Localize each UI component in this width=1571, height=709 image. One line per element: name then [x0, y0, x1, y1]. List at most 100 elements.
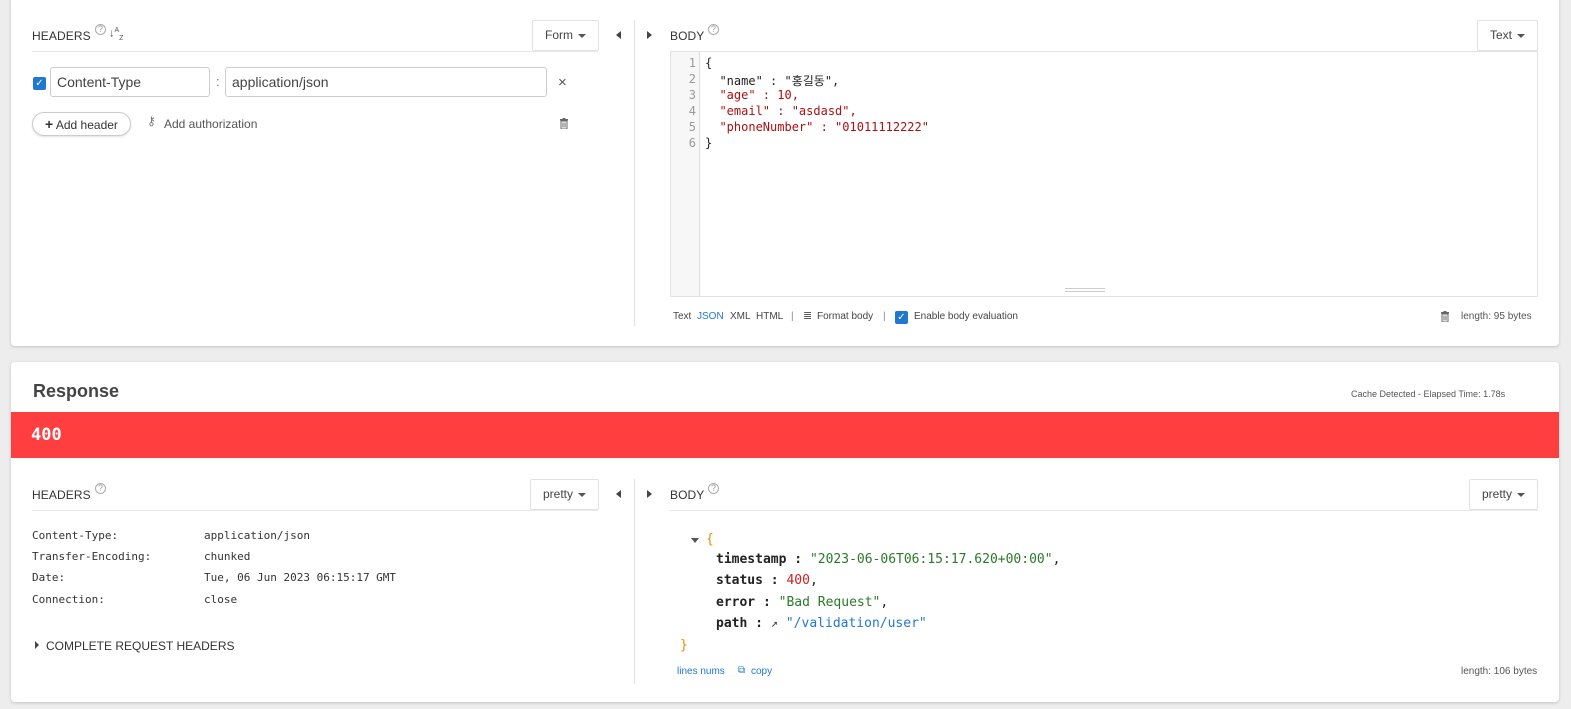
- code-line: }: [705, 136, 713, 150]
- response-title: Response: [33, 381, 120, 401]
- header-value: application/json: [204, 529, 310, 542]
- headers-underline: [32, 51, 598, 52]
- header-value-input[interactable]: application/json: [225, 67, 547, 97]
- header-name: Connection:: [32, 593, 105, 606]
- collapse-left-icon[interactable]: [616, 490, 621, 498]
- json-link-value[interactable]: "/validation/user": [786, 616, 927, 631]
- json-value: 400: [786, 573, 810, 588]
- response-body-title: BODY: [670, 488, 705, 502]
- status-code: 400: [31, 425, 62, 445]
- chevron-down-icon: [578, 492, 587, 497]
- response-panel: Response Cache Detected - Elapsed Time: …: [11, 362, 1559, 702]
- chevron-down-icon: [1517, 33, 1526, 38]
- response-headers-mode-dropdown[interactable]: pretty: [530, 479, 600, 510]
- json-key: path: [716, 616, 748, 631]
- trash-icon[interactable]: [1440, 311, 1450, 322]
- header-value: chunked: [204, 550, 251, 563]
- format-json-option[interactable]: JSON: [697, 311, 724, 322]
- headers-mode-dropdown[interactable]: Form: [532, 20, 599, 51]
- headers-help-icon[interactable]: ?: [95, 483, 106, 494]
- header-enabled-checkbox[interactable]: ✓: [33, 77, 46, 90]
- line-number: 6: [688, 136, 696, 150]
- format-text-option[interactable]: Text: [673, 311, 691, 322]
- format-body-button[interactable]: Format body: [817, 311, 873, 322]
- headers-underline: [32, 510, 598, 511]
- json-field-path: path : ↗ "/validation/user": [716, 616, 927, 631]
- line-number: 2: [688, 72, 696, 86]
- enable-eval-checkbox[interactable]: ✓: [895, 311, 908, 324]
- header-value: close: [204, 593, 238, 606]
- body-mode-dropdown[interactable]: Text: [1477, 20, 1539, 51]
- collapse-object-icon[interactable]: [691, 538, 699, 543]
- json-key: status: [716, 573, 763, 588]
- request-divider: [634, 20, 635, 326]
- line-number: 1: [688, 56, 696, 70]
- header-name-input[interactable]: Content-Type: [50, 67, 210, 97]
- header-name: Transfer-Encoding:: [32, 550, 152, 563]
- add-authorization-link[interactable]: Add authorization: [164, 117, 257, 131]
- body-editor[interactable]: 1 2 3 4 5 6 { "name" : "홍길동", "age" : 10…: [670, 51, 1538, 297]
- json-key: timestamp: [716, 552, 787, 567]
- code-line: {: [705, 56, 713, 70]
- response-meta: Cache Detected - Elapsed Time: 1.78s: [1351, 389, 1506, 399]
- header-name: Date:: [32, 571, 66, 584]
- header-separator: :: [216, 74, 220, 89]
- code-line: "email" : "asdasd",: [705, 104, 857, 118]
- json-value: "2023-06-06T06:15:17.620+00:00": [809, 552, 1053, 567]
- complete-request-headers-toggle[interactable]: COMPLETE REQUEST HEADERS: [46, 639, 234, 653]
- expand-caret-icon[interactable]: [35, 641, 39, 649]
- copy-icon: ⧉: [738, 665, 746, 676]
- json-field-error: error : "Bad Request",: [716, 595, 889, 610]
- request-headers-title: HEADERS: [32, 29, 91, 43]
- response-body-mode-dropdown[interactable]: pretty: [1469, 479, 1539, 510]
- add-header-label: Add header: [55, 118, 118, 132]
- header-name: Content-Type:: [32, 529, 119, 542]
- headers-help-icon[interactable]: ?: [95, 24, 106, 35]
- external-link-icon[interactable]: ↗: [771, 616, 778, 630]
- response-body-length: length: 106 bytes: [1461, 666, 1538, 677]
- header-value: Tue, 06 Jun 2023 06:15:17 GMT: [204, 571, 397, 584]
- collapse-right-icon[interactable]: [647, 490, 652, 498]
- line-number: 5: [688, 120, 696, 134]
- body-mode-label: Text: [1490, 28, 1513, 42]
- enable-eval-label: Enable body evaluation: [914, 311, 1018, 322]
- collapse-left-icon[interactable]: [616, 31, 621, 39]
- editor-gutter: 1 2 3 4 5 6: [671, 52, 700, 296]
- response-headers-mode-label: pretty: [543, 487, 574, 501]
- line-number: 4: [688, 104, 696, 118]
- toolbar-separator: |: [791, 311, 794, 322]
- json-field-timestamp: timestamp : "2023-06-06T06:15:17.620+00:…: [716, 552, 1061, 567]
- code-line: "age" : 10,: [705, 88, 799, 102]
- request-body-length: length: 95 bytes: [1461, 311, 1532, 322]
- body-underline: [670, 510, 1538, 511]
- response-body-mode-label: pretty: [1482, 487, 1513, 501]
- collapse-right-icon[interactable]: [647, 31, 652, 39]
- response-headers-title: HEADERS: [32, 488, 91, 502]
- body-help-icon[interactable]: ?: [708, 483, 719, 494]
- lines-nums-toggle[interactable]: lines nums: [677, 666, 725, 677]
- format-html-option[interactable]: HTML: [756, 311, 783, 322]
- plus-icon: +: [45, 116, 54, 132]
- json-value: "Bad Request": [778, 595, 881, 610]
- add-header-button[interactable]: + Add header: [32, 112, 131, 136]
- toolbar-separator: |: [883, 311, 886, 322]
- format-body-icon: ≣: [803, 310, 813, 322]
- sort-az-icon[interactable]: ↓AZ: [109, 27, 123, 42]
- key-icon: ⚷: [147, 114, 156, 128]
- request-body-title: BODY: [670, 29, 705, 43]
- code-line: "name" : "홍길동",: [705, 74, 840, 88]
- json-field-status: status : 400,: [716, 573, 818, 588]
- status-bar: 400: [11, 412, 1559, 458]
- open-brace: {: [706, 532, 714, 547]
- response-divider: [634, 479, 635, 684]
- json-key: error: [716, 595, 756, 610]
- chevron-down-icon: [578, 33, 586, 38]
- trash-icon[interactable]: [559, 118, 569, 129]
- headers-mode-label: Form: [545, 28, 573, 42]
- editor-resize-handle[interactable]: [1065, 288, 1105, 292]
- close-brace: }: [680, 638, 688, 653]
- remove-header-icon[interactable]: ×: [558, 74, 567, 91]
- body-help-icon[interactable]: ?: [708, 24, 719, 35]
- format-xml-option[interactable]: XML: [730, 311, 751, 322]
- copy-button[interactable]: copy: [751, 666, 772, 677]
